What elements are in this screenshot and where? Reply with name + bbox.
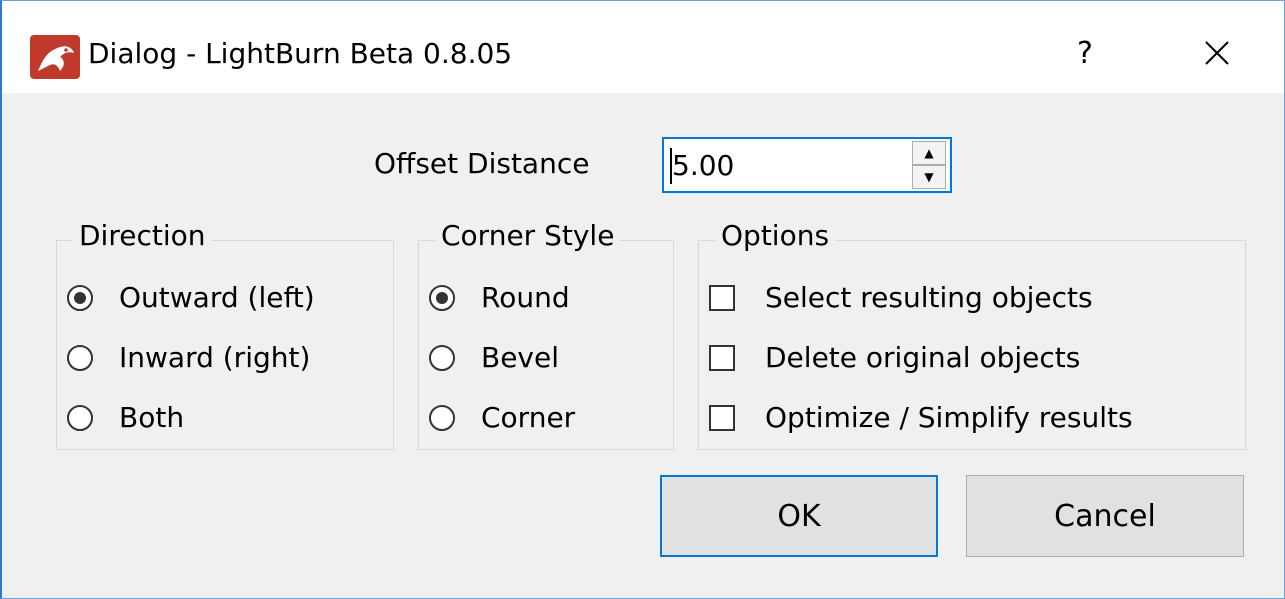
corner-bevel-label: Bevel	[481, 341, 560, 374]
select-resulting-label: Select resulting objects	[765, 281, 1093, 314]
checkbox-unchecked-icon	[709, 344, 735, 371]
select-resulting-checkbox[interactable]: Select resulting objects	[709, 281, 1093, 314]
radio-checked-icon	[67, 284, 93, 311]
corner-style-group: Corner Style Round Bevel Corner	[418, 219, 674, 450]
options-group: Options Select resulting objects Delete …	[698, 219, 1246, 450]
radio-unchecked-icon	[429, 344, 455, 371]
corner-round-radio[interactable]: Round	[429, 281, 570, 314]
direction-outward-label: Outward (left)	[119, 281, 315, 314]
delete-original-label: Delete original objects	[765, 341, 1081, 374]
radio-unchecked-icon	[429, 404, 455, 431]
arrow-down-icon: ▼	[924, 170, 934, 184]
corner-round-label: Round	[481, 281, 570, 314]
spin-down-button[interactable]: ▼	[912, 165, 946, 189]
direction-group-title: Direction	[73, 219, 212, 252]
offset-distance-input[interactable]	[668, 143, 916, 187]
radio-unchecked-icon	[67, 344, 93, 371]
direction-inward-label: Inward (right)	[119, 341, 311, 374]
corner-style-group-title: Corner Style	[435, 219, 621, 252]
close-icon	[1205, 41, 1229, 65]
direction-outward-radio[interactable]: Outward (left)	[67, 281, 315, 314]
offset-dialog: Dialog - LightBurn Beta 0.8.05 ? Offset …	[0, 0, 1285, 599]
help-button[interactable]: ?	[1050, 23, 1120, 83]
offset-distance-spinbox[interactable]: ▲ ▼	[662, 137, 952, 193]
optimize-simplify-label: Optimize / Simplify results	[765, 401, 1133, 434]
ok-button[interactable]: OK	[660, 475, 938, 557]
spin-up-button[interactable]: ▲	[912, 141, 946, 165]
offset-distance-label: Offset Distance	[374, 147, 590, 180]
delete-original-checkbox[interactable]: Delete original objects	[709, 341, 1080, 374]
title-bar[interactable]: Dialog - LightBurn Beta 0.8.05 ?	[2, 1, 1284, 93]
spin-buttons: ▲ ▼	[912, 141, 946, 189]
lightburn-app-icon	[30, 35, 80, 79]
direction-group: Direction Outward (left) Inward (right) …	[56, 219, 394, 450]
radio-unchecked-icon	[67, 404, 93, 431]
corner-corner-label: Corner	[481, 401, 576, 434]
text-caret	[670, 148, 672, 184]
close-button[interactable]	[1182, 21, 1252, 85]
checkbox-unchecked-icon	[709, 284, 735, 311]
corner-corner-radio[interactable]: Corner	[429, 401, 575, 434]
cancel-button[interactable]: Cancel	[966, 475, 1244, 557]
options-group-title: Options	[715, 219, 836, 252]
optimize-simplify-checkbox[interactable]: Optimize / Simplify results	[709, 401, 1133, 434]
direction-inward-radio[interactable]: Inward (right)	[67, 341, 310, 374]
radio-checked-icon	[429, 284, 455, 311]
direction-both-radio[interactable]: Both	[67, 401, 184, 434]
corner-bevel-radio[interactable]: Bevel	[429, 341, 559, 374]
dialog-title: Dialog - LightBurn Beta 0.8.05	[88, 37, 513, 70]
arrow-up-icon: ▲	[924, 146, 934, 160]
direction-both-label: Both	[119, 401, 185, 434]
checkbox-unchecked-icon	[709, 404, 735, 431]
